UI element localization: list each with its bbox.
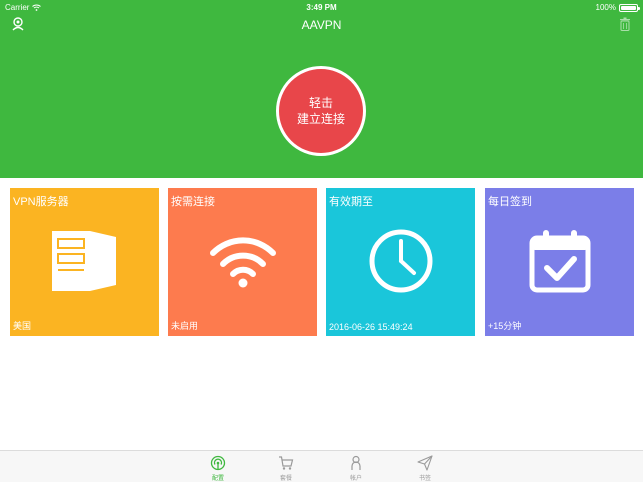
signal-icon xyxy=(210,455,226,471)
paper-plane-icon xyxy=(417,455,433,471)
header: Carrier 3:49 PM 100% AAVPN 轻击 建立连接 xyxy=(0,0,643,178)
connect-line2: 建立连接 xyxy=(296,112,345,126)
battery-icon xyxy=(619,3,640,12)
tab-label: 套餐 xyxy=(279,476,292,482)
tile-title: 每日签到 xyxy=(488,196,532,208)
tab-order[interactable]: 套餐 xyxy=(266,455,306,482)
cart-icon xyxy=(279,456,294,470)
person-icon xyxy=(351,455,361,470)
battery-percent: 100% xyxy=(595,3,616,12)
on-demand-tile[interactable]: 按需连接 未启用 xyxy=(168,188,317,336)
tab-bar: 配置 套餐 帐户 书签 xyxy=(0,450,643,482)
wifi-icon xyxy=(168,226,317,296)
status-time: 3:49 PM xyxy=(306,3,337,12)
daily-checkin-tile[interactable]: 每日签到 +15分钟 xyxy=(485,188,634,336)
tab-label: 帐户 xyxy=(349,476,362,482)
tile-subtitle: +15分钟 xyxy=(488,321,522,331)
tile-subtitle: 未启用 xyxy=(171,321,199,331)
tile-subtitle: 2016-06-26 15:49:24 xyxy=(329,322,413,332)
tile-title: 有效期至 xyxy=(329,196,373,208)
clock-icon xyxy=(326,226,475,296)
tab-bookmark[interactable]: 书签 xyxy=(405,455,445,482)
connect-line1: 轻击 xyxy=(308,96,333,110)
connect-button[interactable]: 轻击 建立连接 xyxy=(276,66,366,156)
trash-icon[interactable] xyxy=(619,17,631,31)
server-icon xyxy=(10,226,159,296)
app-title: AAVPN xyxy=(301,18,342,32)
tab-label: 书签 xyxy=(418,476,431,482)
tab-account[interactable]: 帐户 xyxy=(336,455,376,482)
expiry-tile[interactable]: 有效期至 2016-06-26 15:49:24 xyxy=(326,188,475,336)
tile-title: VPN服务器 xyxy=(13,196,69,208)
calendar-check-icon xyxy=(485,226,634,296)
tile-title: 按需连接 xyxy=(171,196,215,208)
status-right: 100% xyxy=(595,3,640,12)
tab-config[interactable]: 配置 xyxy=(198,455,238,482)
status-bar: Carrier 3:49 PM 100% xyxy=(0,0,643,14)
tile-subtitle: 美国 xyxy=(13,321,32,331)
vpn-server-tile[interactable]: VPN服务器 美国 xyxy=(10,188,159,336)
tab-label: 配置 xyxy=(211,476,224,482)
